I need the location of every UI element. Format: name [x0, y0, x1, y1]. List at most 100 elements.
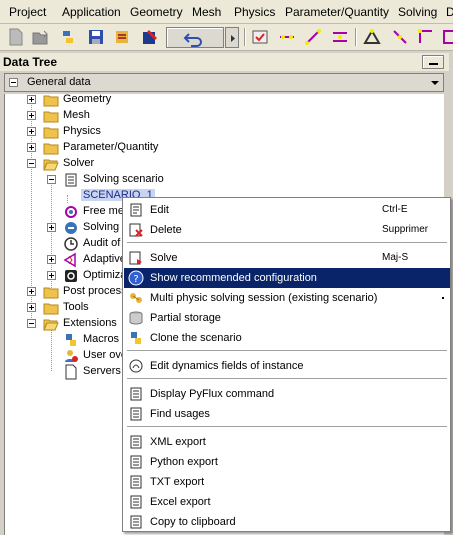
- tree-label-free-me: Free me: [83, 205, 124, 217]
- help-icon: ?: [128, 270, 144, 286]
- menu-item-txt-export[interactable]: TXT export: [124, 472, 450, 492]
- new-document-icon[interactable]: [6, 27, 26, 47]
- expand-icon[interactable]: [47, 255, 56, 264]
- menu-label: Show recommended configuration: [150, 272, 317, 284]
- menu-project[interactable]: Project: [9, 5, 46, 19]
- mesh-line-icon[interactable]: [390, 27, 410, 47]
- menu-item-xml-export[interactable]: XML export: [124, 432, 450, 452]
- menu-item-excel-export[interactable]: Excel export: [124, 492, 450, 512]
- panel-title: Data Tree: [3, 55, 58, 69]
- folder-icon: [43, 287, 59, 299]
- stop-icon[interactable]: [140, 27, 160, 47]
- menu-physics[interactable]: Physics: [234, 5, 275, 19]
- expand-icon[interactable]: [27, 95, 36, 104]
- menu-item-multi-physic-solving-session[interactable]: Multi physic solving session (existing s…: [124, 288, 450, 308]
- tree-node-parameter-quantity[interactable]: Parameter/Quantity: [5, 140, 445, 156]
- solve-icon: [129, 251, 142, 265]
- find-icon: [130, 407, 142, 421]
- submenu-arrow-icon: [442, 297, 444, 299]
- mesh-icon[interactable]: [362, 27, 382, 47]
- tree-node-solver[interactable]: Solver: [5, 156, 445, 172]
- menu-label: Clone the scenario: [150, 332, 242, 344]
- menu-item-clone-scenario[interactable]: Clone the scenario: [124, 328, 450, 348]
- tree-label-geometry: Geometry: [63, 93, 112, 105]
- python-icon[interactable]: [58, 27, 78, 47]
- menu-mesh[interactable]: Mesh: [192, 5, 221, 19]
- menu-bar: Project Application Geometry Mesh Physic…: [0, 0, 453, 24]
- shortcut-label: Maj-S: [382, 252, 409, 263]
- menu-more[interactable]: D: [446, 5, 453, 19]
- menu-separator: [127, 350, 447, 352]
- expand-icon[interactable]: [27, 127, 36, 136]
- expand-icon[interactable]: [27, 111, 36, 120]
- folder-icon: [43, 95, 59, 107]
- tree-node-geometry[interactable]: Geometry: [5, 92, 445, 108]
- tree-label-extensions: Extensions: [63, 317, 117, 329]
- collapse-icon[interactable]: [9, 78, 18, 87]
- folder-icon: [43, 127, 59, 139]
- menu-item-python-export[interactable]: Python export: [124, 452, 450, 472]
- chevron-down-icon[interactable]: [427, 74, 443, 91]
- check-icon[interactable]: [250, 27, 270, 47]
- menu-separator: [127, 242, 447, 244]
- free-mesh-icon: [65, 206, 77, 218]
- menu-separator: [127, 378, 447, 380]
- expand-icon[interactable]: [27, 287, 36, 296]
- tree-node-solving-scenario[interactable]: Solving scenario: [5, 172, 445, 188]
- save-icon[interactable]: [86, 27, 106, 47]
- menu-item-partial-storage[interactable]: Partial storage: [124, 308, 450, 328]
- line-icon[interactable]: [303, 27, 323, 47]
- minimize-button[interactable]: [422, 55, 444, 69]
- expand-icon[interactable]: [47, 271, 56, 280]
- script-icon[interactable]: [112, 27, 132, 47]
- folder-icon: [43, 111, 59, 123]
- optimization-icon: [65, 270, 77, 282]
- folder-icon: [43, 303, 59, 315]
- data-category-select[interactable]: General data: [4, 73, 444, 92]
- tree-node-mesh[interactable]: Mesh: [5, 108, 445, 124]
- menu-item-edit[interactable]: Edit Ctrl-E: [124, 200, 450, 220]
- storage-icon: [129, 311, 143, 325]
- scenario-icon: [65, 173, 77, 187]
- tree-node-physics[interactable]: Physics: [5, 124, 445, 140]
- menu-geometry[interactable]: Geometry: [130, 5, 183, 19]
- open-folder-icon: [43, 159, 59, 171]
- collapse-icon[interactable]: [47, 175, 56, 184]
- menu-item-show-recommended-configuration[interactable]: ? Show recommended configuration: [124, 268, 450, 288]
- python-export-icon: [130, 455, 142, 469]
- tree-label-post-process: Post process: [63, 285, 127, 297]
- tree-label-physics: Physics: [63, 125, 101, 137]
- tree-label-servers: Servers: [83, 365, 121, 377]
- menu-application[interactable]: Application: [62, 5, 121, 19]
- clone-python-icon: [131, 332, 141, 344]
- menu-item-edit-dynamics-fields[interactable]: Edit dynamics fields of instance: [124, 356, 450, 376]
- menu-label: Delete: [150, 224, 182, 236]
- expand-icon[interactable]: [27, 303, 36, 312]
- menu-item-display-pyflux-command[interactable]: Display PyFlux command: [124, 384, 450, 404]
- undo-button[interactable]: [166, 27, 224, 48]
- clock-icon: [64, 237, 78, 251]
- menu-item-copy-to-clipboard[interactable]: Copy to clipboard: [124, 512, 450, 532]
- menu-item-delete[interactable]: Delete Supprimer: [124, 220, 450, 240]
- tree-label-optimiza: Optimiza: [83, 269, 127, 281]
- mesh-face-icon[interactable]: [416, 27, 436, 47]
- toolbar: [0, 24, 453, 51]
- xml-export-icon: [130, 435, 142, 449]
- mesh-volume-icon[interactable]: [441, 27, 453, 47]
- menu-solving[interactable]: Solving: [398, 5, 437, 19]
- menu-label: Display PyFlux command: [150, 388, 275, 400]
- tree-label-solving-scenario: Solving scenario: [83, 173, 164, 185]
- menu-item-find-usages[interactable]: Find usages: [124, 404, 450, 424]
- menu-item-solve[interactable]: Solve Maj-S: [124, 248, 450, 268]
- txt-export-icon: [130, 475, 142, 489]
- menu-parameter-quantity[interactable]: Parameter/Quantity: [285, 5, 389, 19]
- collapse-icon[interactable]: [27, 319, 36, 328]
- undo-dropdown-button[interactable]: [225, 27, 239, 48]
- expand-icon[interactable]: [47, 223, 56, 232]
- tree-label-adaptive: Adaptive: [83, 253, 126, 265]
- collapse-icon[interactable]: [27, 159, 36, 168]
- point-icon[interactable]: [277, 27, 297, 47]
- face-icon[interactable]: [330, 27, 350, 47]
- open-icon[interactable]: [30, 27, 50, 47]
- expand-icon[interactable]: [27, 143, 36, 152]
